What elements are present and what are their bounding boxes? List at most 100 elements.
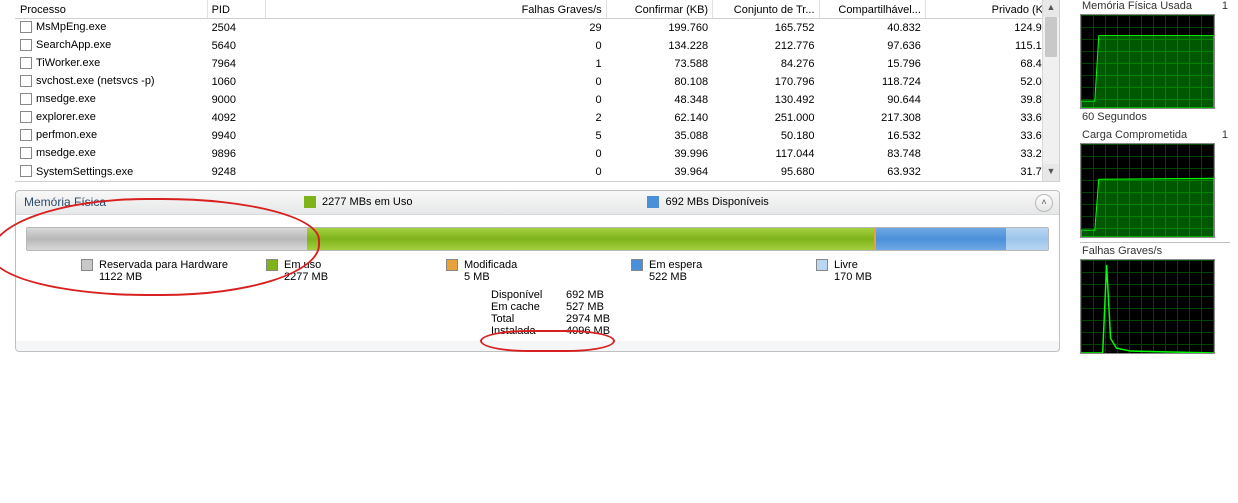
- total-available-value: 692 MB: [566, 289, 631, 301]
- total-cached-value: 527 MB: [566, 301, 631, 313]
- total-cached-label: Em cache: [491, 301, 566, 313]
- cell-commit: 39.996: [606, 145, 712, 163]
- total-installed-label: Instalada: [491, 325, 566, 337]
- checkbox-icon[interactable]: [20, 21, 32, 33]
- legend-inuse-value: 2277 MB: [266, 271, 328, 283]
- graph3-label: Falhas Graves/s: [1082, 245, 1162, 257]
- physical-memory-header[interactable]: Memória Física 2277 MBs em Uso 692 MBs D…: [16, 191, 1059, 215]
- cell-faults: 2: [266, 109, 607, 127]
- cell-process: msedge.exe: [16, 91, 208, 109]
- col-process[interactable]: Processo: [16, 1, 208, 19]
- table-row[interactable]: perfmon.exe9940535.08850.18016.53233.648: [16, 127, 1059, 145]
- cell-process: SearchApp.exe: [16, 37, 208, 55]
- process-table: Processo PID Falhas Graves/s Confirmar (…: [15, 0, 1059, 181]
- cell-workingset: 84.276: [713, 55, 819, 73]
- table-row[interactable]: svchost.exe (netsvcs -p)1060080.108170.7…: [16, 73, 1059, 91]
- cell-workingset: 165.752: [713, 19, 819, 37]
- cell-shareable: 217.308: [819, 109, 925, 127]
- cell-faults: 0: [266, 91, 607, 109]
- total-installed-value: 4096 MB: [566, 325, 631, 337]
- square-modified-icon: [446, 259, 458, 271]
- col-shareable[interactable]: Compartilhável...: [819, 1, 925, 19]
- graph2-label: Carga Comprometida: [1082, 129, 1187, 141]
- cell-shareable: 40.832: [819, 19, 925, 37]
- memory-body: Reservada para Hardware 1122 MB Em uso 2…: [16, 215, 1059, 341]
- vertical-scrollbar[interactable]: ▲ ▼: [1042, 0, 1059, 181]
- cell-process: explorer.exe: [16, 109, 208, 127]
- physical-memory-title: Memória Física: [24, 195, 304, 209]
- cell-workingset: 130.492: [713, 91, 819, 109]
- cell-private: 39.848: [925, 91, 1058, 109]
- cell-faults: 0: [266, 163, 607, 181]
- col-workingset[interactable]: Conjunto de Tr...: [713, 1, 819, 19]
- cell-private: 52.072: [925, 73, 1058, 91]
- cell-process: SystemSettings.exe: [16, 163, 208, 181]
- legend-reserved-label: Reservada para Hardware: [99, 259, 228, 271]
- col-commit[interactable]: Confirmar (KB): [606, 1, 712, 19]
- legend-modified: Modificada 5 MB: [446, 259, 631, 283]
- checkbox-icon[interactable]: [20, 39, 32, 51]
- checkbox-icon[interactable]: [20, 111, 32, 123]
- cell-shareable: 118.724: [819, 73, 925, 91]
- square-blue-icon: [647, 196, 659, 208]
- legend-standby-value: 522 MB: [631, 271, 687, 283]
- checkbox-icon[interactable]: [20, 165, 32, 177]
- segment-inuse: [307, 228, 875, 250]
- cell-pid: 4092: [207, 109, 266, 127]
- table-row[interactable]: explorer.exe4092262.140251.000217.30833.…: [16, 109, 1059, 127]
- cell-workingset: 50.180: [713, 127, 819, 145]
- table-row[interactable]: MsMpEng.exe250429199.760165.75240.832124…: [16, 19, 1059, 37]
- cell-commit: 48.348: [606, 91, 712, 109]
- graph2-canvas: [1080, 143, 1215, 238]
- cell-faults: 1: [266, 55, 607, 73]
- cell-workingset: 170.796: [713, 73, 819, 91]
- table-row[interactable]: SearchApp.exe56400134.228212.77697.63611…: [16, 37, 1059, 55]
- cell-pid: 9896: [207, 145, 266, 163]
- table-row[interactable]: msedge.exe9000048.348130.49290.64439.848: [16, 91, 1059, 109]
- legend-standby: Em espera 522 MB: [631, 259, 816, 283]
- cell-workingset: 212.776: [713, 37, 819, 55]
- square-reserved-icon: [81, 259, 93, 271]
- cell-shareable: 90.644: [819, 91, 925, 109]
- cell-commit: 35.088: [606, 127, 712, 145]
- square-green-icon: [304, 196, 316, 208]
- total-available-label: Disponível: [491, 289, 566, 301]
- cell-commit: 39.964: [606, 163, 712, 181]
- checkbox-icon[interactable]: [20, 57, 32, 69]
- square-free-icon: [816, 259, 828, 271]
- cell-pid: 7964: [207, 55, 266, 73]
- col-private[interactable]: Privado (KB): [925, 1, 1058, 19]
- cell-commit: 62.140: [606, 109, 712, 127]
- legend-standby-label: Em espera: [649, 259, 702, 271]
- graph1-canvas: [1080, 14, 1215, 109]
- cell-pid: 9000: [207, 91, 266, 109]
- physical-memory-panel: Memória Física 2277 MBs em Uso 692 MBs D…: [15, 190, 1060, 352]
- checkbox-icon[interactable]: [20, 75, 32, 87]
- table-row[interactable]: msedge.exe9896039.996117.04483.74833.296: [16, 145, 1059, 163]
- cell-private: 33.296: [925, 145, 1058, 163]
- graphs-panel: Memória Física Usada 1 60 Segundos Carga…: [1080, 0, 1230, 358]
- cell-faults: 0: [266, 145, 607, 163]
- scroll-thumb[interactable]: [1045, 17, 1057, 57]
- col-faults[interactable]: Falhas Graves/s: [266, 1, 607, 19]
- checkbox-icon[interactable]: [20, 147, 32, 159]
- total-total-value: 2974 MB: [566, 313, 631, 325]
- square-standby-icon: [631, 259, 643, 271]
- col-pid[interactable]: PID: [207, 1, 266, 19]
- legend-modified-value: 5 MB: [446, 271, 490, 283]
- scroll-track[interactable]: [1043, 17, 1059, 164]
- collapse-icon[interactable]: ˄: [1035, 194, 1053, 212]
- cell-commit: 134.228: [606, 37, 712, 55]
- scroll-down-icon[interactable]: ▼: [1043, 164, 1059, 181]
- segment-standby: [876, 228, 1006, 250]
- table-row[interactable]: TiWorker.exe7964173.58884.27615.79668.48…: [16, 55, 1059, 73]
- graph-commit-charge: Carga Comprometida 1: [1080, 129, 1230, 238]
- checkbox-icon[interactable]: [20, 129, 32, 141]
- cell-shareable: 63.932: [819, 163, 925, 181]
- scroll-up-icon[interactable]: ▲: [1043, 0, 1059, 17]
- cell-private: 31.748: [925, 163, 1058, 181]
- cell-pid: 9940: [207, 127, 266, 145]
- cell-commit: 73.588: [606, 55, 712, 73]
- table-row[interactable]: SystemSettings.exe9248039.96495.68063.93…: [16, 163, 1059, 181]
- checkbox-icon[interactable]: [20, 93, 32, 105]
